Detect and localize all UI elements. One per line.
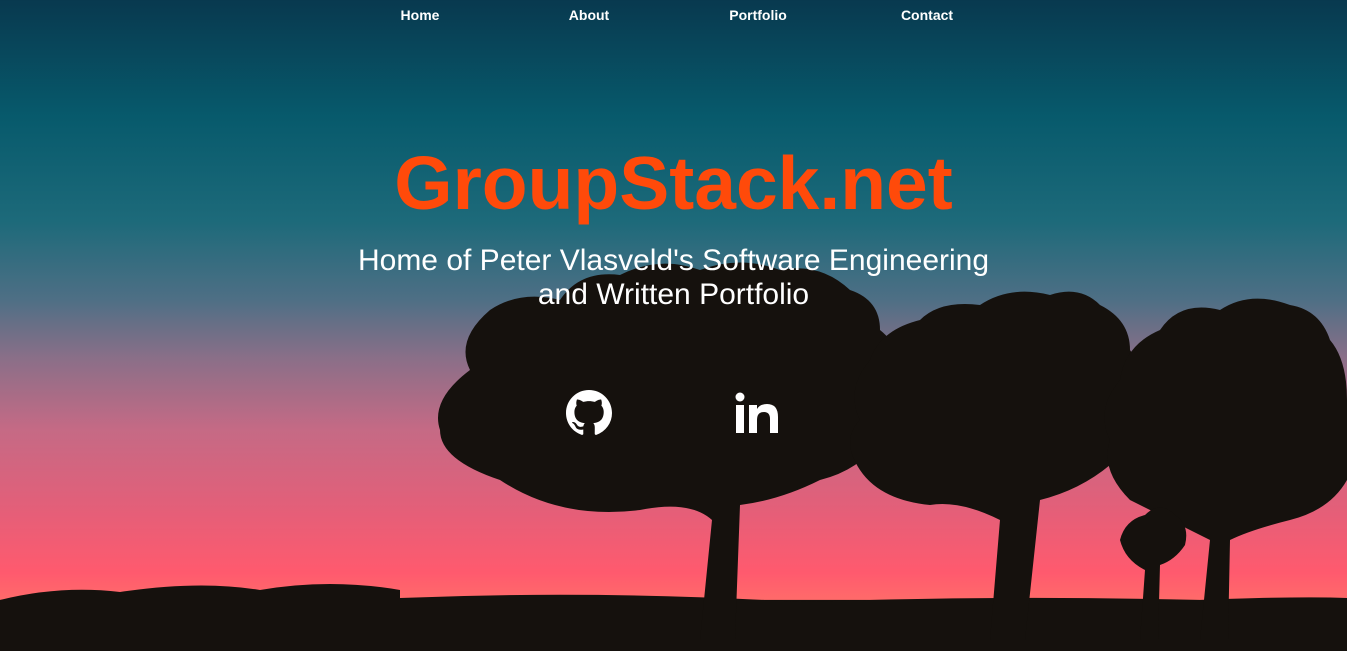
github-icon xyxy=(566,390,612,435)
subtitle-line-1: Home of Peter Vlasveld's Software Engine… xyxy=(357,244,990,277)
linkedin-icon xyxy=(735,392,778,433)
github-link[interactable] xyxy=(566,390,612,436)
nav-link-contact[interactable]: Contact xyxy=(901,7,953,23)
site-title: GroupStack.net xyxy=(394,141,953,225)
nav-link-home[interactable]: Home xyxy=(401,7,440,23)
top-navigation: Home About Portfolio Contact xyxy=(0,0,1347,30)
linkedin-link[interactable] xyxy=(734,390,780,436)
site-subtitle: Home of Peter Vlasveld's Software Engine… xyxy=(0,244,1347,312)
nav-link-portfolio[interactable]: Portfolio xyxy=(729,7,787,23)
tree-silhouette-background xyxy=(0,262,1347,651)
nav-link-about[interactable]: About xyxy=(569,7,609,23)
subtitle-line-2: and Written Portfolio xyxy=(537,278,810,311)
